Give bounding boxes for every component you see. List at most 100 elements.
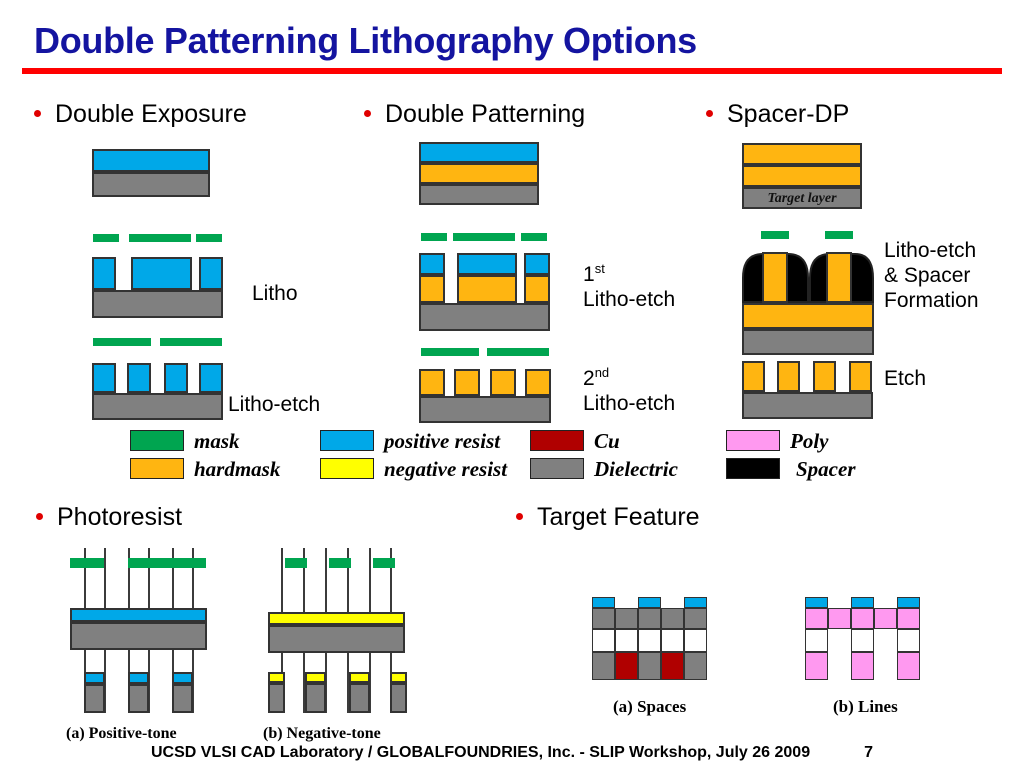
layer-dielectric — [70, 622, 207, 650]
step-label-litho-etch-spacer-formation: Litho-etch & Spacer Formation — [884, 238, 979, 313]
result-resist-cap — [84, 672, 105, 684]
grid-cell-dielectric — [638, 608, 661, 629]
result-dielectric-pillar — [84, 684, 105, 713]
grid-cell-empty — [638, 629, 661, 652]
grid-cell-cu — [661, 652, 684, 680]
etched-pillar — [849, 361, 872, 392]
grid-cell-empty — [684, 629, 707, 652]
grid-cell-dielectric — [592, 608, 615, 629]
mask-bar — [521, 233, 547, 241]
layer-hardmask — [419, 163, 539, 184]
layer-target — [742, 392, 873, 419]
grid-cell-poly — [828, 608, 851, 629]
step-label-litho-etch: Litho-etch — [228, 393, 321, 416]
grid-cell-dielectric — [638, 652, 661, 680]
legend-swatch-spacer — [726, 458, 780, 479]
grid-cell-empty — [661, 629, 684, 652]
resist-pillar — [199, 363, 223, 393]
section-heading-target-feature: Target Feature — [516, 503, 700, 532]
hardmask-pillar — [419, 275, 445, 303]
step-label-text: Litho-etch — [583, 392, 676, 415]
title-underline-rule — [22, 68, 1002, 74]
bullet-dot-icon — [516, 512, 523, 520]
grid-cell-poly — [805, 608, 828, 629]
page-number: 7 — [864, 744, 873, 761]
column-heading-label: Double Exposure — [55, 100, 247, 128]
section-heading-photoresist: Photoresist — [36, 503, 182, 532]
legend-label-spacer: Spacer — [796, 457, 856, 481]
result-resist-cap — [128, 672, 149, 684]
grid-cell-dielectric — [684, 652, 707, 680]
layer-dielectric — [92, 393, 223, 420]
result-dielectric-pillar — [268, 683, 285, 713]
column-heading-double-patterning: Double Patterning — [364, 100, 585, 129]
mask-bar — [421, 233, 447, 241]
mask-bar — [160, 338, 222, 346]
result-dielectric-pillar — [305, 683, 326, 713]
resist-cap — [897, 597, 920, 608]
legend-label-positive-resist: positive resist — [384, 429, 501, 453]
page-title: Double Patterning Lithography Options — [34, 20, 697, 61]
etched-pillar — [777, 361, 800, 392]
resist-cap — [684, 597, 707, 608]
resist-cap — [592, 597, 615, 608]
mask-bar — [172, 558, 206, 568]
grid-cell-dielectric — [661, 608, 684, 629]
mask-bar — [825, 231, 853, 239]
grid-cell-empty — [851, 629, 874, 652]
bullet-dot-icon — [706, 109, 713, 117]
result-resist-cap — [305, 672, 326, 683]
resist-pillar — [92, 363, 116, 393]
layer-dielectric — [92, 172, 210, 197]
grid-cell-empty — [897, 629, 920, 652]
column-heading-spacer-dp: Spacer-DP — [706, 100, 849, 129]
legend-label-mask: mask — [194, 429, 240, 453]
resist-cap — [805, 597, 828, 608]
etched-pillar — [813, 361, 836, 392]
result-resist-cap — [349, 672, 370, 683]
result-resist-cap — [268, 672, 285, 683]
legend-label-dielectric: Dielectric — [594, 457, 678, 481]
spacer-core-pillar — [826, 252, 852, 303]
section-heading-label: Photoresist — [57, 503, 183, 531]
hardmask-pillar — [525, 369, 551, 396]
grid-cell-empty — [805, 629, 828, 652]
section-heading-label: Target Feature — [537, 503, 700, 531]
layer-dielectric — [419, 303, 550, 331]
step-order-suffix: nd — [594, 365, 610, 380]
column-heading-label: Spacer-DP — [727, 100, 850, 128]
mask-bar — [421, 348, 479, 356]
legend-label-cu: Cu — [594, 429, 620, 453]
grid-cell-poly — [805, 652, 828, 680]
resist-pillar — [127, 363, 151, 393]
step-order-suffix: st — [594, 261, 605, 276]
step-label-line: Litho-etch — [884, 239, 977, 262]
mask-bar — [373, 558, 395, 568]
mask-bar — [453, 233, 515, 241]
caption-negative-tone: (b) Negative-tone — [263, 725, 381, 742]
legend-label-negative-resist: negative resist — [384, 457, 508, 481]
spacer-core-pillar — [762, 252, 788, 303]
resist-pillar — [524, 253, 550, 275]
layer-target — [742, 329, 874, 355]
result-dielectric-pillar — [172, 684, 193, 713]
mask-bar — [487, 348, 549, 356]
grid-cell-dielectric — [592, 652, 615, 680]
resist-pillar — [131, 257, 192, 290]
footer: UCSD VLSI CAD Laboratory / GLOBALFOUNDRI… — [0, 744, 1024, 762]
layer-negative-resist — [268, 612, 405, 625]
hardmask-pillar — [419, 369, 445, 396]
grid-cell-poly — [874, 608, 897, 629]
step-label-text: Litho-etch — [583, 288, 676, 311]
resist-pillar — [419, 253, 445, 275]
caption-lines: (b) Lines — [833, 697, 898, 716]
layer-positive-resist — [70, 608, 207, 622]
legend-swatch-positive-resist — [320, 430, 374, 451]
step-label-line: Formation — [884, 289, 979, 312]
step-label-second-litho-etch: 2nd Litho-etch — [583, 360, 675, 416]
mask-bar — [128, 558, 172, 568]
hardmask-pillar — [457, 275, 517, 303]
grid-cell-dielectric — [615, 608, 638, 629]
mask-bar — [129, 234, 191, 242]
mask-bar — [329, 558, 351, 568]
